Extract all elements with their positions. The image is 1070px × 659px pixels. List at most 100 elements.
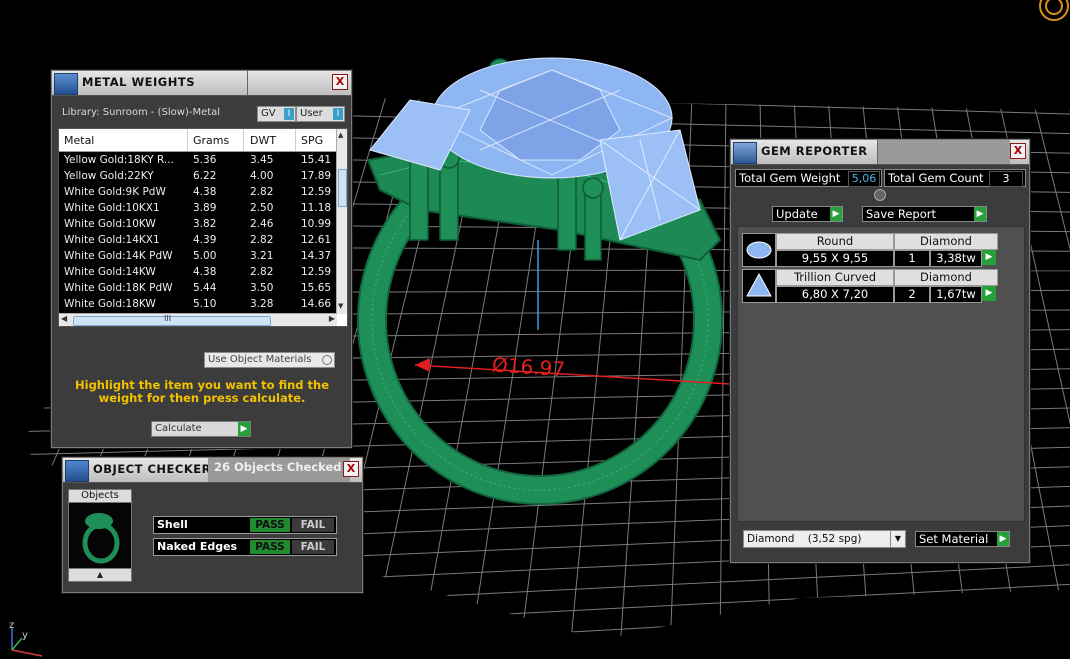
col-metal[interactable]: Metal [64, 134, 94, 147]
gem-count: 1 [894, 250, 930, 267]
gem-shape: Round [776, 233, 894, 250]
play-arrow-icon: ▶ [974, 207, 986, 221]
col-dwt[interactable]: DWT [250, 134, 276, 147]
scroll-left-icon[interactable]: ◀ [61, 314, 67, 323]
fail-badge[interactable]: FAIL [292, 540, 334, 554]
gem-list: Round Diamond 9,55 X 9,55 1 3,38tw ▶ Tri… [737, 226, 1025, 522]
metal-weights-icon [54, 73, 78, 95]
table-row[interactable]: White Gold:10KX1 3.89 2.50 11.18 [59, 200, 337, 217]
use-object-materials-toggle[interactable]: Use Object Materials [204, 352, 335, 368]
pass-badge[interactable]: PASS [250, 540, 290, 554]
play-arrow-icon[interactable]: ▶ [982, 286, 996, 301]
scroll-down-icon[interactable]: ▼ [338, 302, 343, 310]
title-tab-notch [247, 71, 248, 95]
corner-object [1039, 0, 1069, 21]
table-row[interactable]: White Gold:10KW 3.82 2.46 10.99 [59, 216, 337, 233]
dwt-value: 2.82 [250, 186, 274, 198]
fail-badge[interactable]: FAIL [292, 518, 334, 532]
spg-value: 15.65 [301, 282, 332, 294]
user-label: User [300, 108, 323, 119]
scroll-up-icon[interactable]: ▲ [338, 131, 343, 139]
check-row-naked-edges: Naked Edges PASS FAIL [153, 538, 337, 556]
close-icon[interactable]: X [343, 461, 359, 477]
play-arrow-icon: ▶ [830, 207, 842, 221]
vscroll-thumb[interactable] [338, 169, 347, 207]
table-row[interactable]: White Gold:14KW 4.38 2.82 12.59 [59, 264, 337, 281]
dwt-value: 4.00 [250, 170, 274, 182]
objects-checked-tab: 26 Objects Checked [208, 458, 350, 482]
gem-weight: 1,67tw [930, 286, 982, 303]
metal-weights-titlebar[interactable]: METAL WEIGHTS X [52, 71, 351, 96]
pass-badge[interactable]: PASS [250, 518, 290, 532]
grams-value: 4.38 [193, 266, 217, 278]
grams-value: 4.38 [193, 186, 217, 198]
trillion-gem-icon [742, 269, 776, 303]
check-label: Naked Edges [157, 540, 238, 553]
gem-reporter-titlebar[interactable]: GEM REPORTER X [731, 140, 1029, 165]
save-report-button[interactable]: Save Report ▶ [862, 206, 987, 222]
gem-size: 9,55 X 9,55 [776, 250, 894, 267]
library-label: Library: Sunroom - (Slow)-Metal [62, 107, 221, 118]
ring-model[interactable] [357, 57, 723, 505]
object-checker-panel: OBJECT CHECKER 26 Objects Checked X Obje… [62, 457, 363, 593]
metal-name: White Gold:18KW [64, 298, 156, 310]
objects-checked-count: 26 Objects Checked [214, 460, 342, 474]
hscroll-thumb[interactable]: III [73, 314, 271, 326]
metal-name: White Gold:14KX1 [64, 234, 160, 246]
calculate-button[interactable]: Calculate ▶ [151, 421, 251, 437]
col-spg[interactable]: SPG [301, 134, 323, 147]
grams-value: 5.36 [193, 154, 217, 166]
close-icon[interactable]: X [1010, 143, 1026, 159]
table-row[interactable]: White Gold:14KX1 4.39 2.82 12.61 [59, 232, 337, 249]
table-row[interactable]: White Gold:18K PdW 5.44 3.50 15.65 [59, 280, 337, 297]
material-select[interactable]: Diamond (3,52 spg) ▼ [743, 530, 906, 548]
objects-label: Objects [68, 489, 132, 503]
table-row[interactable]: Yellow Gold:22KY 6.22 4.00 17.89 [59, 168, 337, 185]
spg-value: 11.18 [301, 202, 332, 214]
grams-value: 3.82 [193, 218, 217, 230]
metal-name: Yellow Gold:22KY [64, 170, 154, 182]
table-row[interactable]: White Gold:14K PdW 5.00 3.21 14.37 [59, 248, 337, 265]
col-grams[interactable]: Grams [193, 134, 229, 147]
check-icon [65, 460, 89, 482]
grams-value: 3.89 [193, 202, 217, 214]
dwt-value: 2.46 [250, 218, 274, 230]
instruction-hint: Highlight the item you want to find the … [75, 378, 329, 405]
close-icon[interactable]: X [332, 74, 348, 90]
spg-value: 14.37 [301, 250, 332, 262]
user-toggle[interactable]: User I [296, 106, 345, 122]
table-row[interactable]: White Gold:18KW 5.10 3.28 14.66 [59, 296, 337, 313]
gem-report-icon [733, 142, 757, 164]
title-tab-notch [877, 140, 1010, 164]
metal-name: Yellow Gold:18KY R... [64, 154, 174, 166]
total-gem-weight-label: Total Gem Weight [739, 171, 841, 185]
grams-value: 5.44 [193, 282, 217, 294]
grams-value: 5.00 [193, 250, 217, 262]
metal-table-hscroll[interactable]: ◀ III ▶ [59, 313, 337, 326]
scroll-right-icon[interactable]: ▶ [329, 314, 335, 323]
update-button[interactable]: Update ▶ [772, 206, 843, 222]
gem-size: 6,80 X 7,20 [776, 286, 894, 303]
chevron-down-icon: ▼ [890, 531, 905, 547]
object-checker-titlebar[interactable]: OBJECT CHECKER 26 Objects Checked X [63, 458, 362, 483]
gv-toggle[interactable]: GV I [257, 106, 296, 122]
gem-row[interactable]: Trillion Curved Diamond 6,80 X 7,20 2 1,… [742, 269, 998, 303]
metal-name: White Gold:10KX1 [64, 202, 160, 214]
gem-row[interactable]: Round Diamond 9,55 X 9,55 1 3,38tw ▶ [742, 233, 998, 267]
grams-value: 5.10 [193, 298, 217, 310]
spg-value: 15.41 [301, 154, 332, 166]
gem-reporter-title: GEM REPORTER [761, 144, 868, 158]
calculate-label: Calculate [155, 423, 202, 434]
play-arrow-icon[interactable]: ▶ [982, 250, 996, 265]
table-row[interactable]: White Gold:9K PdW 4.38 2.82 12.59 [59, 184, 337, 201]
objects-scroll-up-icon[interactable]: ▲ [68, 568, 132, 582]
collapse-toggle-icon[interactable] [874, 189, 886, 201]
table-row[interactable]: Yellow Gold:18KY R... 5.36 3.45 15.41 [59, 152, 337, 169]
metal-table[interactable]: Metal Grams DWT SPG Yellow Gold:18KY R..… [58, 128, 348, 327]
object-thumbnail[interactable] [68, 502, 132, 570]
metal-table-vscroll[interactable]: ▲ ▼ [336, 129, 347, 314]
total-gem-weight-value: 5,06 [848, 171, 880, 187]
set-material-button[interactable]: Set Material ▶ [915, 531, 1010, 547]
metal-name: White Gold:18K PdW [64, 282, 173, 294]
axis-y-label: y [22, 630, 28, 641]
